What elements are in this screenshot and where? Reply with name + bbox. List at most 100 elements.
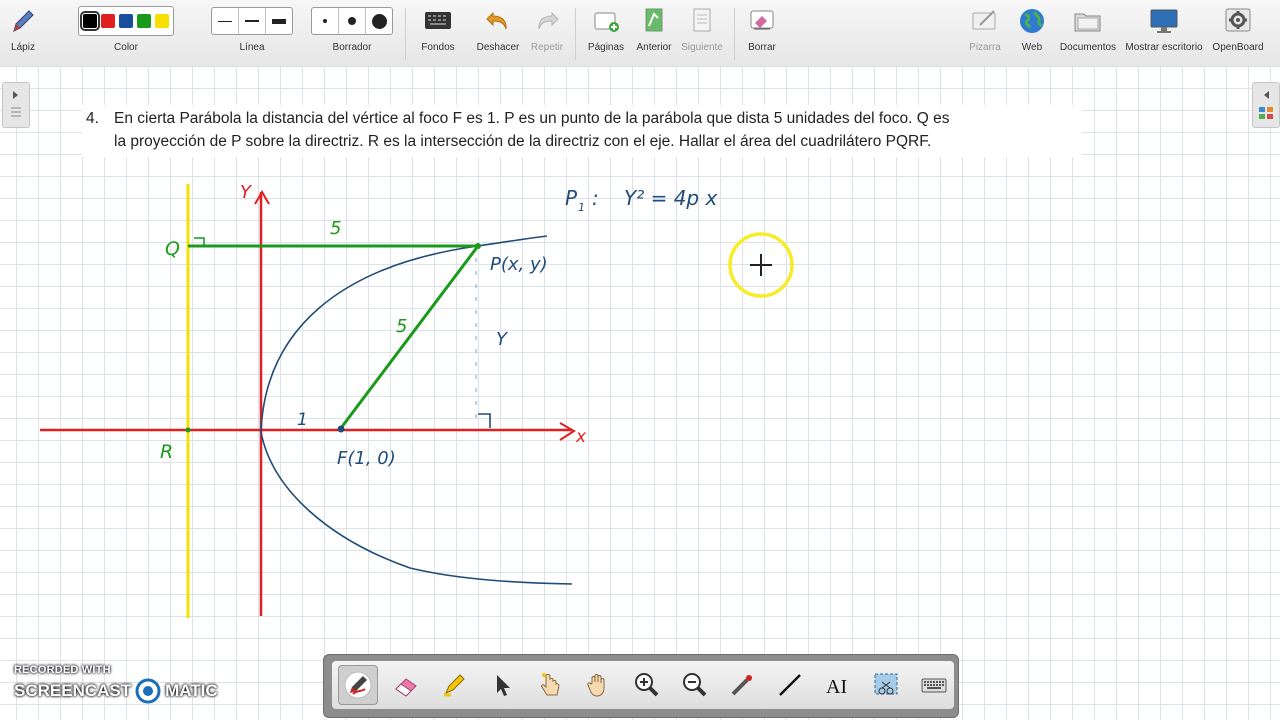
main-toolbar: Lápiz Color Línea Borrador Fondos Deshac…: [0, 0, 1280, 67]
pages-label: Páginas: [587, 42, 625, 53]
chevron-right-icon: [11, 91, 21, 117]
show-desktop-button[interactable]: Mostrar escritorio: [1124, 2, 1204, 64]
stylus-zoom-out-button[interactable]: [674, 665, 714, 705]
eraser-medium-button[interactable]: [339, 8, 366, 34]
watermark-brand-left: SCREENCAST: [14, 681, 132, 700]
problem-line-2: la proyección de P sobre la directriz. R…: [114, 133, 932, 150]
problem-line-1: En cierta Parábola la distancia del vért…: [114, 110, 950, 127]
stylus-eraser-button[interactable]: [386, 665, 426, 705]
stylus-interact-button[interactable]: [530, 665, 570, 705]
watermark-recorded-with: RECORDED WITH: [14, 664, 111, 676]
previous-label: Anterior: [636, 42, 672, 53]
stylus-capture-button[interactable]: [866, 665, 906, 705]
next-label: Siguiente: [681, 42, 723, 53]
eraser-large-button[interactable]: [366, 8, 392, 34]
zoom-out-icon: [683, 673, 707, 697]
stylus-highlighter-button[interactable]: [434, 665, 474, 705]
line-label: Línea: [239, 42, 265, 53]
pen-icon: [344, 671, 372, 699]
web-label: Web: [1021, 42, 1043, 53]
redo-label: Repetir: [530, 42, 564, 53]
stylus-line-button[interactable]: [770, 665, 810, 705]
screencast-watermark: RECORDED WITH SCREENCAST MATIC: [14, 664, 218, 704]
color-picker[interactable]: Color: [56, 2, 196, 64]
next-page-button[interactable]: Siguiente: [680, 2, 724, 64]
board-icon: [970, 2, 1000, 40]
hand-pan-icon: [587, 674, 605, 697]
whiteboard-canvas[interactable]: [0, 66, 1280, 720]
line-thick-button[interactable]: [266, 8, 292, 34]
line-width-picker[interactable]: Línea: [210, 2, 294, 64]
color-swatch-yellow[interactable]: [155, 14, 169, 28]
eraser-size-picker[interactable]: Borrador: [310, 2, 394, 64]
backgrounds-label: Fondos: [421, 42, 455, 53]
web-button[interactable]: Web: [1012, 2, 1052, 64]
highlighter-icon: [444, 674, 465, 697]
undo-label: Deshacer: [476, 42, 520, 53]
chevron-left-icon: [1259, 91, 1273, 119]
color-swatches: [78, 6, 174, 36]
stylus-pen-button[interactable]: [338, 665, 378, 705]
pointing-hand-icon: [541, 673, 560, 696]
watermark-brand-right: MATIC: [165, 681, 218, 700]
zoom-in-icon: [635, 673, 659, 697]
stylus-laser-button[interactable]: [722, 665, 762, 705]
add-page-icon: [591, 2, 621, 40]
desktop-label: Mostrar escritorio: [1125, 42, 1203, 53]
arrow-pointer-icon: [497, 675, 510, 696]
keyboard-grid-icon: [423, 2, 453, 40]
screencast-logo-icon: [135, 678, 161, 704]
right-panel-toggle[interactable]: [1252, 82, 1280, 128]
documents-label: Documentos: [1059, 42, 1117, 53]
folder-icon: [1072, 2, 1104, 40]
left-panel-toggle[interactable]: [2, 82, 30, 128]
monitor-icon: [1148, 2, 1180, 40]
stylus-hand-button[interactable]: [578, 665, 618, 705]
keyboard-icon: [921, 678, 947, 693]
clear-board-icon: [747, 2, 777, 40]
eraser-label: Borrador: [332, 42, 372, 53]
openboard-button[interactable]: OpenBoard: [1210, 2, 1266, 64]
backgrounds-button[interactable]: Fondos: [416, 2, 460, 64]
pen-tool-button[interactable]: Lápiz: [4, 2, 42, 64]
pen-label: Lápiz: [11, 42, 35, 53]
board-button[interactable]: Pizarra: [964, 2, 1006, 64]
previous-page-button[interactable]: Anterior: [634, 2, 674, 64]
documents-button[interactable]: Documentos: [1058, 2, 1118, 64]
clear-label: Borrar: [748, 42, 776, 53]
stylus-palette: AI: [323, 654, 959, 718]
undo-button[interactable]: Deshacer: [474, 2, 522, 64]
stylus-keyboard-button[interactable]: [914, 665, 954, 705]
eraser-small-button[interactable]: [312, 8, 339, 34]
color-label: Color: [114, 42, 138, 53]
color-swatch-blue[interactable]: [119, 14, 133, 28]
eraser-icon: [395, 678, 417, 697]
text-tool-icon: AI: [826, 676, 847, 698]
stylus-text-button[interactable]: AI: [818, 665, 858, 705]
color-swatch-black[interactable]: [80, 11, 100, 31]
previous-page-icon: [640, 2, 668, 40]
color-swatch-green[interactable]: [137, 14, 151, 28]
redo-button[interactable]: Repetir: [526, 2, 568, 64]
line-medium-button[interactable]: [239, 8, 266, 34]
line-tool-icon: [779, 674, 801, 696]
pages-button[interactable]: Páginas: [584, 2, 628, 64]
openboard-label: OpenBoard: [1212, 42, 1264, 53]
next-page-icon: [688, 2, 716, 40]
problem-number: 4.: [86, 110, 99, 127]
pen-icon: [8, 2, 38, 40]
color-swatch-red[interactable]: [101, 14, 115, 28]
svg-text:AI: AI: [826, 676, 847, 698]
globe-icon: [1017, 2, 1047, 40]
redo-arrow-icon: [533, 2, 561, 40]
stylus-select-button[interactable]: [482, 665, 522, 705]
gear-icon: [1223, 2, 1253, 40]
undo-arrow-icon: [484, 2, 512, 40]
problem-statement: 4. En cierta Parábola la distancia del v…: [82, 105, 1082, 157]
clear-button[interactable]: Borrar: [742, 2, 782, 64]
line-thin-button[interactable]: [212, 8, 239, 34]
board-label: Pizarra: [969, 42, 1001, 53]
capture-scissors-icon: [874, 673, 898, 695]
stylus-zoom-in-button[interactable]: [626, 665, 666, 705]
laser-pointer-icon: [731, 675, 752, 696]
